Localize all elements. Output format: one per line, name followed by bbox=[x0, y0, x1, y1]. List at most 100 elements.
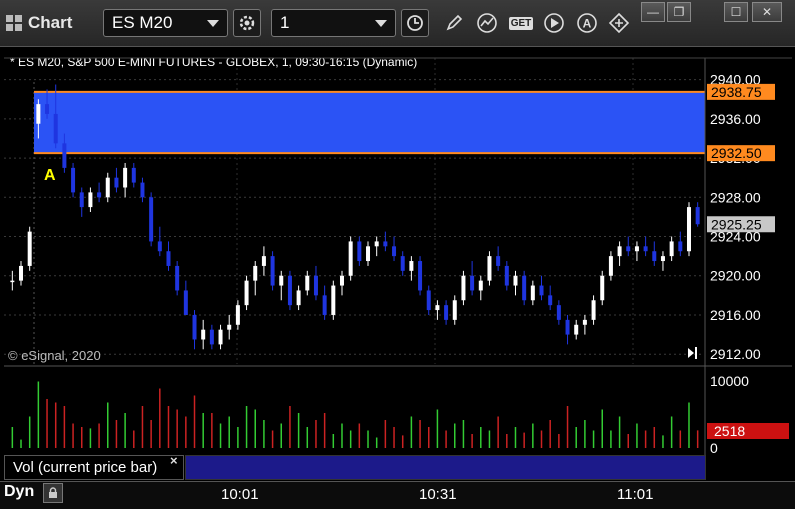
candle-body bbox=[565, 319, 570, 335]
candle-body bbox=[97, 192, 102, 198]
minimize-button[interactable]: — bbox=[641, 2, 665, 22]
annotation-label: A bbox=[44, 167, 56, 184]
candle-body bbox=[235, 305, 240, 325]
time-label-1001: 10:01 bbox=[221, 486, 259, 503]
candle-body bbox=[140, 182, 145, 198]
last-price-tag: 2925.25 bbox=[707, 216, 775, 233]
window-title[interactable]: Chart bbox=[6, 8, 72, 38]
candle-body bbox=[435, 305, 440, 311]
last-price-tag-label: 2925.25 bbox=[711, 216, 762, 232]
candle-body bbox=[392, 246, 397, 257]
candle-body bbox=[253, 265, 258, 281]
candle-body bbox=[201, 329, 206, 340]
close-study-icon[interactable]: × bbox=[170, 453, 178, 468]
candle-body bbox=[426, 290, 431, 311]
chevron-down-icon bbox=[375, 20, 387, 27]
studies-button[interactable] bbox=[473, 9, 501, 37]
restore-button[interactable]: ❐ bbox=[667, 2, 691, 22]
time-label-1101: 11:01 bbox=[617, 486, 654, 503]
candle-body bbox=[218, 329, 223, 345]
time-label-1031: 10:31 bbox=[419, 486, 457, 503]
candle-body bbox=[660, 256, 665, 262]
candle-body bbox=[166, 251, 171, 266]
close-button[interactable]: ✕ bbox=[752, 2, 782, 22]
candle-body bbox=[617, 246, 622, 257]
low-price-tag: 2932.50 bbox=[707, 145, 775, 162]
candle-body bbox=[686, 207, 691, 252]
chart-window: Chart ES M20 1 GET A — ❐ ☐ ✕ * ES M20, S… bbox=[0, 0, 795, 509]
volume-study-label[interactable]: Vol (current price bar) bbox=[4, 455, 184, 480]
candle-body bbox=[62, 143, 67, 168]
alert-icon-letter: A bbox=[583, 17, 592, 31]
price-axis-tick: 2912.00 bbox=[710, 346, 761, 362]
candle-body bbox=[71, 167, 76, 193]
candle-body bbox=[27, 231, 32, 266]
candle-body bbox=[157, 241, 162, 252]
candle-body bbox=[339, 275, 344, 286]
candle-body bbox=[322, 295, 327, 315]
vol-current-tag: 2518 bbox=[707, 423, 789, 439]
candle-body bbox=[470, 275, 475, 291]
candle-body bbox=[626, 246, 631, 252]
candle-body bbox=[643, 246, 648, 252]
minimize-icon: — bbox=[647, 5, 659, 19]
get-icon: GET bbox=[508, 16, 534, 30]
candle-body bbox=[522, 275, 527, 301]
price-zone[interactable] bbox=[34, 91, 705, 154]
candle-body bbox=[131, 167, 136, 183]
replay-button[interactable] bbox=[540, 9, 568, 37]
candle-body bbox=[183, 290, 188, 315]
candle-body bbox=[227, 324, 232, 330]
candle-body bbox=[582, 319, 587, 325]
candle-body bbox=[600, 275, 605, 301]
candle-body bbox=[331, 285, 336, 315]
alerts-button[interactable]: A bbox=[573, 9, 601, 37]
candle-body bbox=[36, 104, 41, 124]
candle-body bbox=[409, 261, 414, 271]
candle-body bbox=[608, 256, 613, 276]
pencil-icon bbox=[446, 14, 463, 31]
chart-toolbar: Chart ES M20 1 GET A — ❐ ☐ ✕ bbox=[0, 0, 795, 47]
candle-body bbox=[270, 256, 275, 286]
interval-combo[interactable]: 1 bbox=[271, 9, 396, 37]
time-axis-bar[interactable] bbox=[0, 481, 795, 509]
vol-axis-max: 10000 bbox=[710, 373, 749, 389]
candle-body bbox=[400, 256, 405, 271]
chart-area[interactable]: * ES M20, S&P 500 E-MINI FUTURES - GLOBE… bbox=[4, 48, 792, 480]
candle-body bbox=[548, 295, 553, 306]
candle-body bbox=[244, 280, 249, 306]
dynamic-mode-label[interactable]: Dyn bbox=[4, 483, 34, 501]
candle-body bbox=[357, 241, 362, 262]
time-template-button[interactable] bbox=[401, 9, 429, 37]
candle-body bbox=[366, 246, 371, 262]
maximize-icon: ☐ bbox=[730, 5, 742, 19]
volume-study-label-text: Vol (current price bar) bbox=[13, 459, 158, 476]
window-title-label: Chart bbox=[28, 13, 73, 32]
candle-body bbox=[478, 280, 483, 291]
candle-body bbox=[418, 261, 423, 291]
settings-button[interactable] bbox=[233, 9, 261, 37]
candle-body bbox=[513, 275, 518, 286]
vol-axis-min: 0 bbox=[710, 440, 718, 456]
candle-body bbox=[669, 241, 674, 257]
candle-body bbox=[287, 275, 292, 306]
lock-icon[interactable] bbox=[43, 483, 63, 503]
candle-body bbox=[19, 265, 24, 281]
high-price-tag: 2938.75 bbox=[707, 83, 775, 100]
price-chart[interactable]: * ES M20, S&P 500 E-MINI FUTURES - GLOBE… bbox=[4, 48, 792, 480]
candle-body bbox=[504, 265, 509, 286]
candle-body bbox=[539, 285, 544, 296]
price-axis-tick: 2936.00 bbox=[710, 111, 761, 127]
restore-icon: ❐ bbox=[673, 5, 685, 19]
link-button[interactable] bbox=[605, 9, 633, 37]
candle-body bbox=[313, 275, 318, 296]
close-icon: ✕ bbox=[761, 5, 773, 19]
draw-button[interactable] bbox=[440, 9, 468, 37]
candle-body bbox=[452, 300, 457, 320]
symbol-combo[interactable]: ES M20 bbox=[103, 9, 228, 37]
maximize-button[interactable]: ☐ bbox=[724, 2, 748, 22]
candle-body bbox=[634, 246, 639, 252]
candle-body bbox=[10, 280, 15, 283]
get-data-button[interactable]: GET bbox=[506, 9, 536, 37]
interval-value: 1 bbox=[280, 13, 290, 32]
